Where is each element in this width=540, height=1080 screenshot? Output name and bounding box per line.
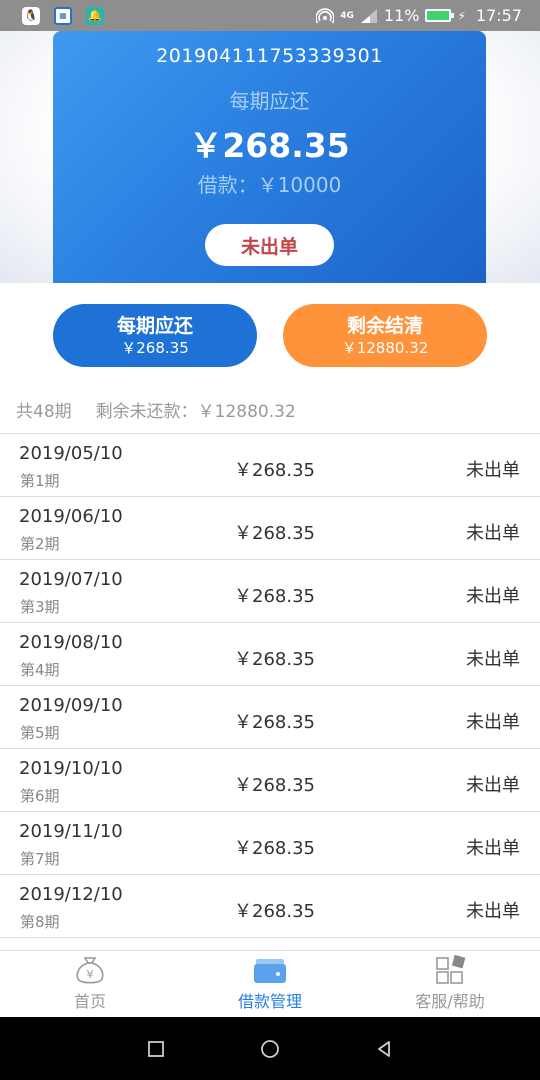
- qq-penguin-icon: 🐧: [22, 6, 40, 25]
- bell-notification-icon: 🔔: [86, 6, 104, 25]
- due-date: 2019/07/10: [19, 569, 123, 590]
- battery-percent: 11%: [383, 6, 420, 25]
- due-date: 2019/06/10: [19, 506, 123, 527]
- period-number: 第2期: [20, 535, 60, 553]
- tab-customer-service[interactable]: 客服/帮助: [360, 951, 540, 1017]
- per-period-repay-value: ￥268.35: [121, 338, 189, 357]
- loan-summary-card: 201904111753339301 每期应还 ￥268.35 借款：￥1000…: [53, 31, 486, 283]
- table-row-divider: [0, 937, 540, 941]
- installment-status: 未出单: [466, 712, 520, 733]
- home-circle-icon[interactable]: [260, 1039, 280, 1059]
- tab-loan-management-label: 借款管理: [237, 992, 302, 1011]
- table-row[interactable]: 2019/10/10 第6期 ￥268.35 未出单: [0, 748, 540, 811]
- signal-strength-icon: [360, 8, 377, 23]
- per-period-label: 每期应还: [229, 89, 310, 113]
- wallet-icon: [254, 959, 286, 983]
- per-period-amount: ￥268.35: [189, 126, 350, 165]
- installment-amount: ￥268.35: [234, 775, 315, 796]
- table-row[interactable]: 2019/05/10 第1期 ￥268.35 未出单: [0, 433, 540, 496]
- due-date: 2019/12/10: [19, 884, 123, 905]
- due-date: 2019/05/10: [19, 443, 123, 464]
- network-type-label: 4G: [340, 10, 354, 21]
- settle-remaining-title: 剩余结清: [346, 314, 423, 337]
- due-date: 2019/09/10: [19, 695, 123, 716]
- tab-loan-management[interactable]: 借款管理: [180, 951, 360, 1017]
- table-row[interactable]: 2019/07/10 第3期 ￥268.35 未出单: [0, 559, 540, 622]
- installment-status: 未出单: [466, 775, 520, 796]
- table-row[interactable]: 2019/11/10 第7期 ￥268.35 未出单: [0, 811, 540, 874]
- status-bar: 🐧 ▦ 🔔 4G 11% ⚡ 17:57: [0, 0, 540, 31]
- loan-header: 201904111753339301 每期应还 ￥268.35 借款：￥1000…: [0, 31, 540, 283]
- order-number: 201904111753339301: [156, 45, 383, 67]
- table-row[interactable]: 2019/06/10 第2期 ￥268.35 未出单: [0, 496, 540, 559]
- system-status: 4G 11% ⚡ 17:57: [316, 6, 522, 25]
- installment-status: 未出单: [466, 838, 520, 859]
- due-date: 2019/10/10: [19, 758, 123, 779]
- period-number: 第8期: [20, 913, 60, 931]
- period-number: 第3期: [20, 598, 60, 616]
- installment-amount: ￥268.35: [234, 523, 315, 544]
- installment-amount: ￥268.35: [234, 649, 315, 670]
- repayment-schedule-list: 2019/05/10 第1期 ￥268.35 未出单 2019/06/10 第2…: [0, 433, 540, 941]
- clock: 17:57: [475, 6, 522, 25]
- period-number: 第1期: [20, 472, 60, 490]
- settle-remaining-value: ￥12880.32: [341, 338, 429, 357]
- settle-remaining-button[interactable]: 剩余结清 ￥12880.32: [283, 304, 487, 367]
- installment-amount: ￥268.35: [234, 586, 315, 607]
- tab-customer-service-label: 客服/帮助: [415, 992, 485, 1011]
- loan-principal: 借款：￥10000: [197, 173, 342, 197]
- svg-text:¥: ¥: [87, 968, 94, 981]
- system-navigation-bar: [0, 1017, 540, 1080]
- period-number: 第6期: [20, 787, 60, 805]
- installment-amount: ￥268.35: [234, 838, 315, 859]
- hotspot-icon: [316, 7, 335, 23]
- table-row[interactable]: 2019/09/10 第5期 ￥268.35 未出单: [0, 685, 540, 748]
- money-bag-icon: ¥: [76, 957, 104, 984]
- repayment-summary: 共48期 剩余未还款：￥12880.32: [16, 397, 296, 422]
- installment-status: 未出单: [466, 649, 520, 670]
- charging-bolt-icon: ⚡: [457, 8, 466, 23]
- per-period-repay-button[interactable]: 每期应还 ￥268.35: [53, 304, 257, 367]
- battery-icon: [425, 9, 455, 22]
- notification-icons: 🐧 ▦ 🔔: [22, 6, 104, 25]
- installment-status: 未出单: [466, 901, 520, 922]
- installment-amount: ￥268.35: [234, 901, 315, 922]
- back-triangle-icon[interactable]: [375, 1040, 393, 1058]
- period-number: 第4期: [20, 661, 60, 679]
- news-app-icon: ▦: [54, 6, 72, 25]
- table-row[interactable]: 2019/12/10 第8期 ￥268.35 未出单: [0, 874, 540, 937]
- installment-status: 未出单: [466, 460, 520, 481]
- remaining-balance: 剩余未还款：￥12880.32: [95, 402, 296, 422]
- tab-home-label: 首页: [73, 992, 106, 1011]
- due-date: 2019/08/10: [19, 632, 123, 653]
- period-number: 第5期: [20, 724, 60, 742]
- total-periods: 共48期: [16, 402, 72, 422]
- installment-amount: ￥268.35: [234, 712, 315, 733]
- recent-apps-icon[interactable]: [147, 1040, 165, 1058]
- installment-amount: ￥268.35: [234, 460, 315, 481]
- due-date: 2019/11/10: [19, 821, 123, 842]
- period-number: 第7期: [20, 850, 60, 868]
- tab-home[interactable]: ¥ 首页: [0, 951, 180, 1017]
- bill-status-badge: 未出单: [205, 224, 334, 266]
- installment-status: 未出单: [466, 523, 520, 544]
- table-row[interactable]: 2019/08/10 第4期 ￥268.35 未出单: [0, 622, 540, 685]
- installment-status: 未出单: [466, 586, 520, 607]
- grid-apps-icon: [436, 954, 466, 984]
- bottom-tab-bar: ¥ 首页 借款管理 客服/帮助: [0, 950, 540, 1017]
- per-period-repay-title: 每期应还: [116, 314, 193, 337]
